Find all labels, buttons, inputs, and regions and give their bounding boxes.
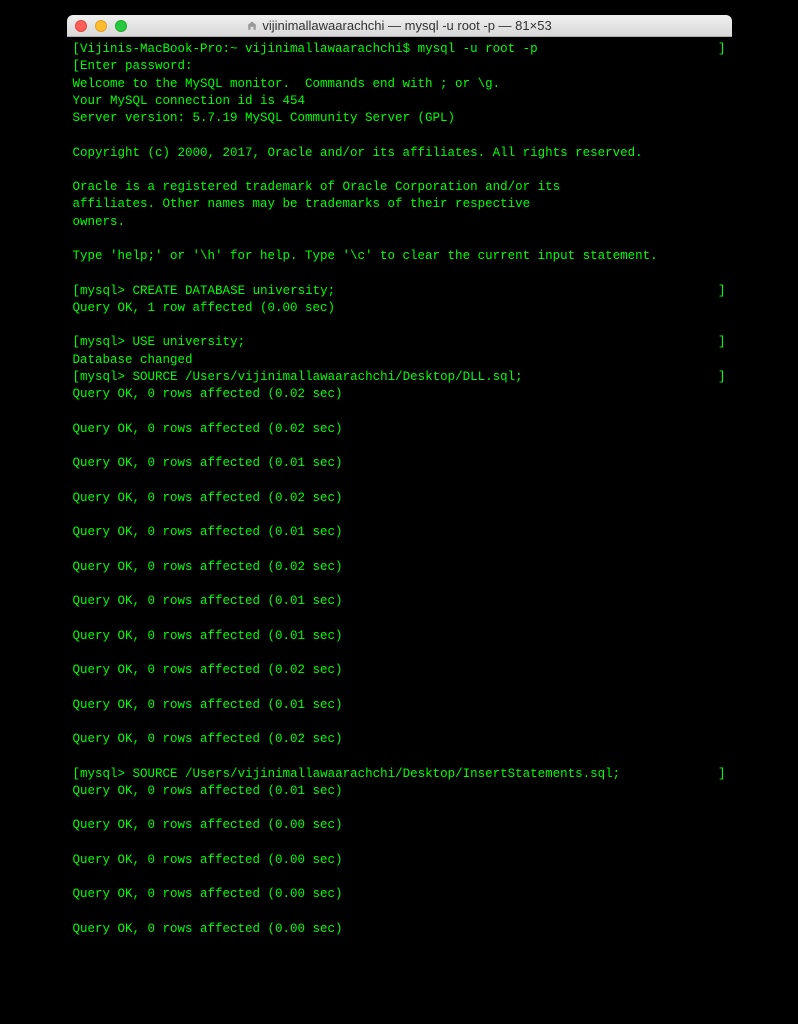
welcome-line: Welcome to the MySQL monitor. Commands e… — [73, 76, 726, 93]
blank-line — [73, 869, 726, 886]
blank-line — [73, 317, 726, 334]
mysql-source1-line: [mysql> SOURCE /Users/vijinimallawaarach… — [73, 369, 726, 386]
source2-results: Query OK, 0 rows affected (0.01 sec) Quer… — [73, 783, 726, 956]
query-result-line: Query OK, 0 rows affected (0.02 sec) — [73, 662, 726, 679]
blank-line — [73, 507, 726, 524]
blank-line — [73, 645, 726, 662]
use-db-result: Database changed — [73, 352, 726, 369]
minimize-icon[interactable] — [95, 20, 107, 32]
home-icon — [246, 20, 258, 32]
source1-results: Query OK, 0 rows affected (0.02 sec) Quer… — [73, 386, 726, 766]
query-result-line: Query OK, 0 rows affected (0.01 sec) — [73, 524, 726, 541]
terminal-body[interactable]: [Vijinis-MacBook-Pro:~ vijinimallawaarac… — [67, 37, 732, 967]
titlebar: vijinimallawaarachchi — mysql -u root -p… — [67, 15, 732, 37]
query-result-line: Query OK, 0 rows affected (0.02 sec) — [73, 386, 726, 403]
query-result-line: Query OK, 0 rows affected (0.02 sec) — [73, 731, 726, 748]
conn-id-line: Your MySQL connection id is 454 — [73, 93, 726, 110]
blank-line — [73, 748, 726, 765]
enter-password-line: [Enter password: — [73, 58, 726, 75]
query-result-line: Query OK, 0 rows affected (0.02 sec) — [73, 490, 726, 507]
trademark-line-3: owners. — [73, 214, 726, 231]
query-result-line: Query OK, 0 rows affected (0.01 sec) — [73, 455, 726, 472]
traffic-lights — [75, 20, 127, 32]
copyright-line: Copyright (c) 2000, 2017, Oracle and/or … — [73, 145, 726, 162]
blank-line — [73, 127, 726, 144]
window-title: vijinimallawaarachchi — mysql -u root -p… — [67, 18, 732, 33]
blank-line — [73, 541, 726, 558]
create-db-result: Query OK, 1 row affected (0.00 sec) — [73, 300, 726, 317]
terminal-window: vijinimallawaarachchi — mysql -u root -p… — [67, 15, 732, 967]
version-line: Server version: 5.7.19 MySQL Community S… — [73, 110, 726, 127]
blank-line — [73, 231, 726, 248]
blank-line — [73, 714, 726, 731]
query-result-line: Query OK, 0 rows affected (0.02 sec) — [73, 559, 726, 576]
mysql-create-db-line: [mysql> CREATE DATABASE university;] — [73, 283, 726, 300]
blank-line — [73, 162, 726, 179]
query-result-line: Query OK, 0 rows affected (0.01 sec) — [73, 697, 726, 714]
blank-line — [73, 835, 726, 852]
query-result-line: Query OK, 0 rows affected (0.00 sec) — [73, 886, 726, 903]
blank-line — [73, 576, 726, 593]
blank-line — [73, 438, 726, 455]
blank-line — [73, 938, 726, 955]
blank-line — [73, 403, 726, 420]
blank-line — [73, 800, 726, 817]
query-result-line: Query OK, 0 rows affected (0.00 sec) — [73, 817, 726, 834]
trademark-line-1: Oracle is a registered trademark of Orac… — [73, 179, 726, 196]
query-result-line: Query OK, 0 rows affected (0.02 sec) — [73, 421, 726, 438]
query-result-line: Query OK, 0 rows affected (0.01 sec) — [73, 783, 726, 800]
blank-line — [73, 610, 726, 627]
query-result-line: Query OK, 0 rows affected (0.00 sec) — [73, 852, 726, 869]
blank-line — [73, 679, 726, 696]
trademark-line-2: affiliates. Other names may be trademark… — [73, 196, 726, 213]
query-result-line: Query OK, 0 rows affected (0.01 sec) — [73, 628, 726, 645]
shell-prompt-line: [Vijinis-MacBook-Pro:~ vijinimallawaarac… — [73, 41, 726, 58]
title-text: vijinimallawaarachchi — mysql -u root -p… — [262, 18, 551, 33]
maximize-icon[interactable] — [115, 20, 127, 32]
mysql-source2-line: [mysql> SOURCE /Users/vijinimallawaarach… — [73, 766, 726, 783]
query-result-line: Query OK, 0 rows affected (0.01 sec) — [73, 593, 726, 610]
blank-line — [73, 265, 726, 282]
blank-line — [73, 472, 726, 489]
help-line: Type 'help;' or '\h' for help. Type '\c'… — [73, 248, 726, 265]
close-icon[interactable] — [75, 20, 87, 32]
blank-line — [73, 904, 726, 921]
mysql-use-db-line: [mysql> USE university;] — [73, 334, 726, 351]
query-result-line: Query OK, 0 rows affected (0.00 sec) — [73, 921, 726, 938]
